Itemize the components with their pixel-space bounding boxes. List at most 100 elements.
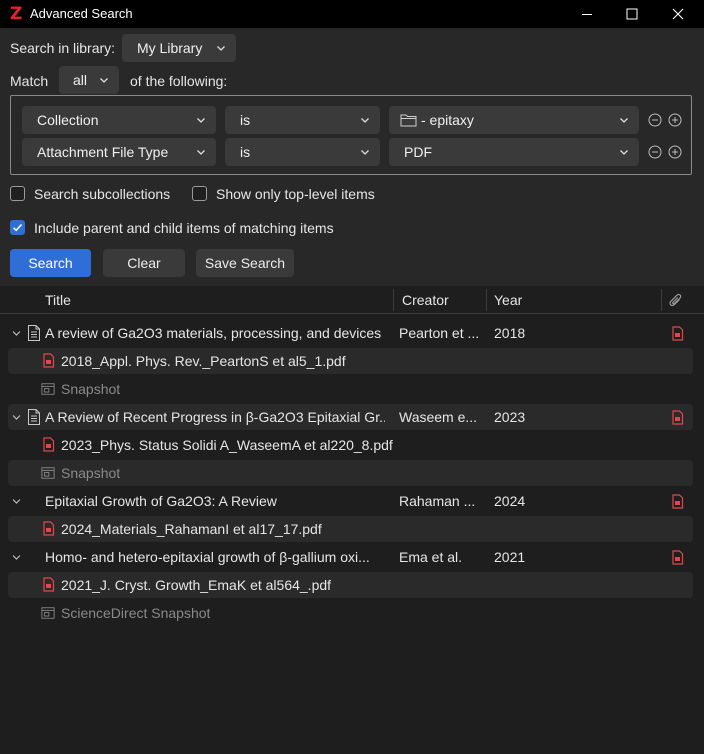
item-year: 2023 (494, 409, 526, 425)
maximize-button[interactable] (609, 0, 655, 28)
column-divider[interactable] (661, 289, 662, 311)
table-row[interactable]: 2024_Materials_RahamanI et al17_17.pdf (8, 516, 693, 542)
conditions-box: Collection is - epitaxy Attachment File … (10, 95, 692, 175)
item-creator: Ema et al. (399, 549, 463, 565)
table-row[interactable]: Homo- and hetero-epitaxial growth of β-g… (8, 544, 693, 570)
chevron-down-icon (620, 150, 628, 155)
table-row[interactable]: A review of Ga2O3 materials, processing,… (8, 320, 693, 346)
search-in-label: Search in library: (10, 40, 116, 56)
chevron-down-icon[interactable] (12, 329, 21, 338)
column-year[interactable]: Year (494, 292, 522, 308)
title-bar: Z Advanced Search (0, 0, 704, 28)
document-icon (28, 409, 40, 425)
chevron-down-icon (100, 78, 108, 83)
chevron-down-icon[interactable] (12, 413, 21, 422)
condition-operator-dropdown[interactable]: is (225, 106, 380, 134)
item-year: 2018 (494, 325, 526, 341)
table-row[interactable]: 2018_Appl. Phys. Rev._PeartonS et al5_1.… (8, 348, 693, 374)
condition-operator-dropdown[interactable]: is (225, 138, 380, 166)
app-logo: Z (10, 4, 23, 24)
chevron-down-icon (197, 118, 205, 123)
condition-field-dropdown[interactable]: Collection (22, 106, 216, 134)
add-condition-icon[interactable] (668, 113, 682, 127)
library-dropdown[interactable]: My Library (122, 34, 236, 62)
pdf-icon[interactable] (671, 550, 685, 566)
search-panel: Search in library: My Library Match all … (0, 28, 704, 286)
library-dropdown-value: My Library (137, 40, 203, 56)
match-suffix-label: of the following: (130, 73, 228, 89)
search-button[interactable]: Search (10, 249, 91, 277)
table-row[interactable]: ScienceDirect Snapshot (8, 600, 693, 626)
snapshot-icon (41, 467, 55, 479)
item-creator: Waseem e... (399, 409, 478, 425)
top-level-only-checkbox[interactable] (192, 186, 207, 201)
paperclip-icon[interactable] (669, 293, 683, 308)
table-row[interactable]: Epitaxial Growth of Ga2O3: A Review Raha… (8, 488, 693, 514)
table-header: Title Creator Year (0, 286, 704, 314)
item-title: Epitaxial Growth of Ga2O3: A Review (45, 493, 277, 509)
save-search-button[interactable]: Save Search (196, 249, 294, 277)
table-row[interactable]: Snapshot (8, 460, 693, 486)
condition-operator-value: is (240, 112, 251, 128)
results-table: Title Creator Year A review of Ga2O3 mat… (0, 286, 704, 754)
remove-condition-icon[interactable] (648, 145, 662, 159)
chevron-down-icon[interactable] (12, 553, 21, 562)
condition-field-dropdown[interactable]: Attachment File Type (22, 138, 216, 166)
minimize-button[interactable] (564, 0, 610, 28)
maximize-icon (626, 8, 638, 20)
column-divider[interactable] (393, 289, 394, 311)
clear-button[interactable]: Clear (103, 249, 185, 277)
include-parent-child-checkbox[interactable] (10, 220, 25, 235)
column-creator[interactable]: Creator (402, 292, 449, 308)
attachment-title: 2021_J. Cryst. Growth_EmaK et al564_.pdf (61, 577, 332, 593)
chevron-down-icon[interactable] (12, 497, 21, 506)
table-row[interactable]: Snapshot (8, 376, 693, 402)
chevron-down-icon (197, 150, 205, 155)
item-title: Homo- and hetero-epitaxial growth of β-g… (45, 549, 370, 565)
remove-condition-icon[interactable] (648, 113, 662, 127)
chevron-down-icon (620, 118, 628, 123)
window-title: Advanced Search (30, 6, 133, 21)
snapshot-icon (41, 607, 55, 619)
condition-value-dropdown[interactable]: PDF (389, 138, 639, 166)
top-level-only-label: Show only top-level items (216, 186, 375, 202)
search-subcollections-label: Search subcollections (34, 186, 171, 202)
item-title: A Review of Recent Progress in β-Ga2O3 E… (45, 409, 385, 425)
condition-value-dropdown[interactable]: - epitaxy (389, 106, 639, 134)
chevron-down-icon (361, 118, 369, 123)
condition-field-value: Attachment File Type (37, 144, 169, 160)
include-parent-child-label: Include parent and child items of matchi… (34, 220, 334, 236)
item-title: A review of Ga2O3 materials, processing,… (45, 325, 382, 341)
table-row[interactable]: 2023_Phys. Status Solidi A_WaseemA et al… (8, 432, 693, 458)
attachment-title: Snapshot (61, 465, 121, 481)
close-button[interactable] (655, 0, 701, 28)
match-dropdown[interactable]: all (59, 66, 119, 94)
table-row[interactable]: 2021_J. Cryst. Growth_EmaK et al564_.pdf (8, 572, 693, 598)
condition-value-text: - epitaxy (421, 112, 474, 128)
attachment-title: 2023_Phys. Status Solidi A_WaseemA et al… (61, 437, 393, 453)
match-dropdown-value: all (73, 72, 88, 88)
search-subcollections-checkbox[interactable] (10, 186, 25, 201)
pdf-icon[interactable] (671, 494, 685, 510)
condition-field-value: Collection (37, 112, 99, 128)
pdf-icon[interactable] (671, 326, 685, 342)
item-year: 2021 (494, 549, 526, 565)
match-label: Match (10, 73, 49, 89)
column-divider[interactable] (486, 289, 487, 311)
attachment-title: ScienceDirect Snapshot (61, 605, 211, 621)
pdf-icon (43, 437, 55, 452)
attachment-title: 2024_Materials_RahamanI et al17_17.pdf (61, 521, 322, 537)
pdf-icon[interactable] (671, 410, 685, 426)
snapshot-icon (41, 383, 55, 395)
column-title[interactable]: Title (45, 292, 71, 308)
item-creator: Pearton et ... (399, 325, 480, 341)
chevron-down-icon (217, 46, 225, 51)
pdf-icon (43, 521, 55, 536)
chevron-down-icon (361, 150, 369, 155)
minimize-icon (582, 14, 592, 15)
add-condition-icon[interactable] (668, 145, 682, 159)
table-row[interactable]: A Review of Recent Progress in β-Ga2O3 E… (8, 404, 693, 430)
checkmark-icon (12, 223, 23, 232)
pdf-icon (43, 353, 55, 368)
condition-operator-value: is (240, 144, 251, 160)
